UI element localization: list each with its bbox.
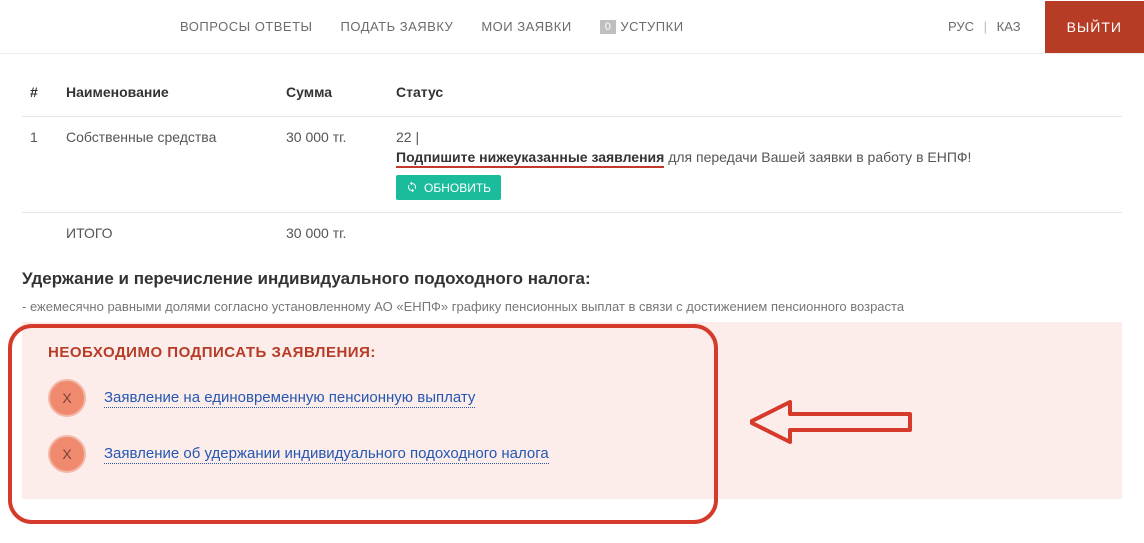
- table-row: 1 Собственные средства 30 000 тг. 22 | П…: [22, 117, 1122, 213]
- th-status: Статус: [388, 74, 1122, 117]
- table-total-row: ИТОГО 30 000 тг.: [22, 213, 1122, 254]
- lang-switch: РУС | КАЗ: [948, 19, 1021, 34]
- sign-link-pension[interactable]: Заявление на единовременную пенсионную в…: [104, 389, 475, 408]
- tax-section-desc: - ежемесячно равными долями согласно уст…: [22, 299, 1122, 314]
- cell-num: 1: [22, 117, 58, 213]
- cell-name: Собственные средства: [58, 117, 278, 213]
- sign-title: НЕОБХОДИМО ПОДПИСАТЬ ЗАЯВЛЕНИЯ:: [48, 344, 1096, 361]
- sign-wrap: НЕОБХОДИМО ПОДПИСАТЬ ЗАЯВЛЕНИЯ: X Заявле…: [0, 322, 1144, 521]
- x-icon: X: [48, 435, 86, 473]
- th-num: #: [22, 74, 58, 117]
- top-nav: ВОПРОСЫ ОТВЕТЫ ПОДАТЬ ЗАЯВКУ МОИ ЗАЯВКИ …: [0, 0, 1144, 54]
- total-empty: [22, 213, 58, 254]
- nav-right: РУС | КАЗ ВЫЙТИ: [948, 1, 1144, 53]
- status-text: Подпишите нижеуказанные заявления для пе…: [396, 149, 1114, 165]
- total-label: ИТОГО: [58, 213, 278, 254]
- nav-faq[interactable]: ВОПРОСЫ ОТВЕТЫ: [180, 19, 313, 34]
- funds-table-wrap: # Наименование Сумма Статус 1 Собственны…: [0, 54, 1144, 253]
- cell-sum: 30 000 тг.: [278, 117, 388, 213]
- total-status-empty: [388, 213, 1122, 254]
- nav-concessions-label: УСТУПКИ: [620, 19, 683, 34]
- funds-table: # Наименование Сумма Статус 1 Собственны…: [22, 74, 1122, 253]
- status-bold: Подпишите нижеуказанные заявления: [396, 149, 664, 168]
- refresh-label: ОБНОВИТЬ: [424, 181, 491, 195]
- x-icon: X: [48, 379, 86, 417]
- total-sum: 30 000 тг.: [278, 213, 388, 254]
- status-rest: для передачи Вашей заявки в работу в ЕНП…: [664, 149, 971, 165]
- refresh-icon: [406, 180, 418, 195]
- nav-my-requests[interactable]: МОИ ЗАЯВКИ: [481, 19, 571, 34]
- th-sum: Сумма: [278, 74, 388, 117]
- refresh-button[interactable]: ОБНОВИТЬ: [396, 175, 501, 200]
- lang-kaz[interactable]: КАЗ: [997, 19, 1021, 34]
- badge-zero: 0: [600, 20, 617, 34]
- nav-concessions[interactable]: 0 УСТУПКИ: [600, 19, 684, 34]
- lang-rus[interactable]: РУС: [948, 19, 974, 34]
- exit-button[interactable]: ВЫЙТИ: [1045, 1, 1144, 53]
- tax-section-title: Удержание и перечисление индивидуального…: [22, 269, 1122, 289]
- nav-submit[interactable]: ПОДАТЬ ЗАЯВКУ: [341, 19, 454, 34]
- nav-left: ВОПРОСЫ ОТВЕТЫ ПОДАТЬ ЗАЯВКУ МОИ ЗАЯВКИ …: [0, 19, 948, 34]
- sign-row-2: X Заявление об удержании индивидуального…: [48, 435, 1096, 473]
- sign-box: НЕОБХОДИМО ПОДПИСАТЬ ЗАЯВЛЕНИЯ: X Заявле…: [22, 322, 1122, 499]
- sign-row-1: X Заявление на единовременную пенсионную…: [48, 379, 1096, 417]
- status-code: 22 |: [396, 129, 1114, 145]
- th-name: Наименование: [58, 74, 278, 117]
- sign-link-tax[interactable]: Заявление об удержании индивидуального п…: [104, 445, 549, 464]
- lang-sep: |: [984, 19, 987, 34]
- tax-section: Удержание и перечисление индивидуального…: [0, 253, 1144, 322]
- cell-status: 22 | Подпишите нижеуказанные заявления д…: [388, 117, 1122, 213]
